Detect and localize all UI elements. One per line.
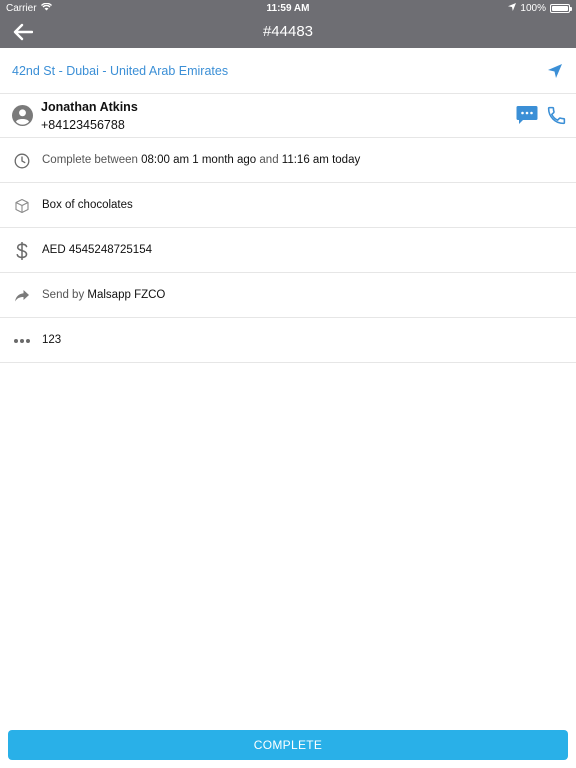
box-icon <box>13 197 31 215</box>
clock-icon <box>13 152 31 170</box>
status-time: 11:59 AM <box>266 3 310 14</box>
payment-amount: AED 4545248725154 <box>42 244 152 256</box>
navigation-bar: #44483 <box>0 16 576 48</box>
sender-row: Send by Malsapp FZCO <box>0 273 576 318</box>
share-arrow-icon <box>13 287 31 305</box>
complete-button[interactable]: COMPLETE <box>8 730 568 760</box>
page-title: #44483 <box>262 23 314 40</box>
user-circle-icon <box>12 105 33 126</box>
contact-phone: +84123456788 <box>41 118 125 132</box>
schedule-end: 11:16 am today <box>281 154 361 166</box>
message-icon <box>516 106 538 124</box>
address-row[interactable]: 42nd St - Dubai - United Arab Emirates <box>0 48 576 94</box>
top-bar: Carrier 11:59 AM 100% #44483 <box>0 0 576 48</box>
phone-icon <box>547 106 566 125</box>
status-bar: Carrier 11:59 AM 100% <box>0 0 576 16</box>
payment-row: AED 4545248725154 <box>0 228 576 273</box>
package-description: Box of chocolates <box>42 199 133 211</box>
sender-name: Malsapp FZCO <box>87 289 166 301</box>
battery-fill <box>552 6 568 11</box>
notes-row: 123 <box>0 318 576 363</box>
navigation-arrow-icon <box>548 64 562 78</box>
dollar-icon <box>13 242 31 260</box>
sender-prefix: Send by <box>42 289 85 301</box>
contact-row: Jonathan Atkins +84123456788 <box>0 94 576 138</box>
schedule-row: Complete between 08:00 am 1 month ago an… <box>0 138 576 183</box>
schedule-start: 08:00 am 1 month ago <box>141 154 257 166</box>
schedule-text: Complete between 08:00 am 1 month ago an… <box>42 154 360 166</box>
package-row: Box of chocolates <box>0 183 576 228</box>
call-button[interactable] <box>546 105 567 126</box>
status-right: 100% <box>508 3 572 14</box>
navigate-button[interactable] <box>546 62 564 80</box>
sender-text: Send by Malsapp FZCO <box>42 289 165 301</box>
battery-icon <box>550 4 572 13</box>
message-button[interactable] <box>516 105 538 125</box>
address-text[interactable]: 42nd St - Dubai - United Arab Emirates <box>12 64 228 78</box>
schedule-conjunction: and <box>259 154 279 166</box>
notes-text: 123 <box>42 334 62 346</box>
more-dots-icon <box>13 332 31 350</box>
location-arrow-icon <box>508 3 517 14</box>
contact-name: Jonathan Atkins <box>41 100 138 114</box>
schedule-prefix: Complete between <box>42 154 138 166</box>
battery-percent: 100% <box>520 3 546 14</box>
